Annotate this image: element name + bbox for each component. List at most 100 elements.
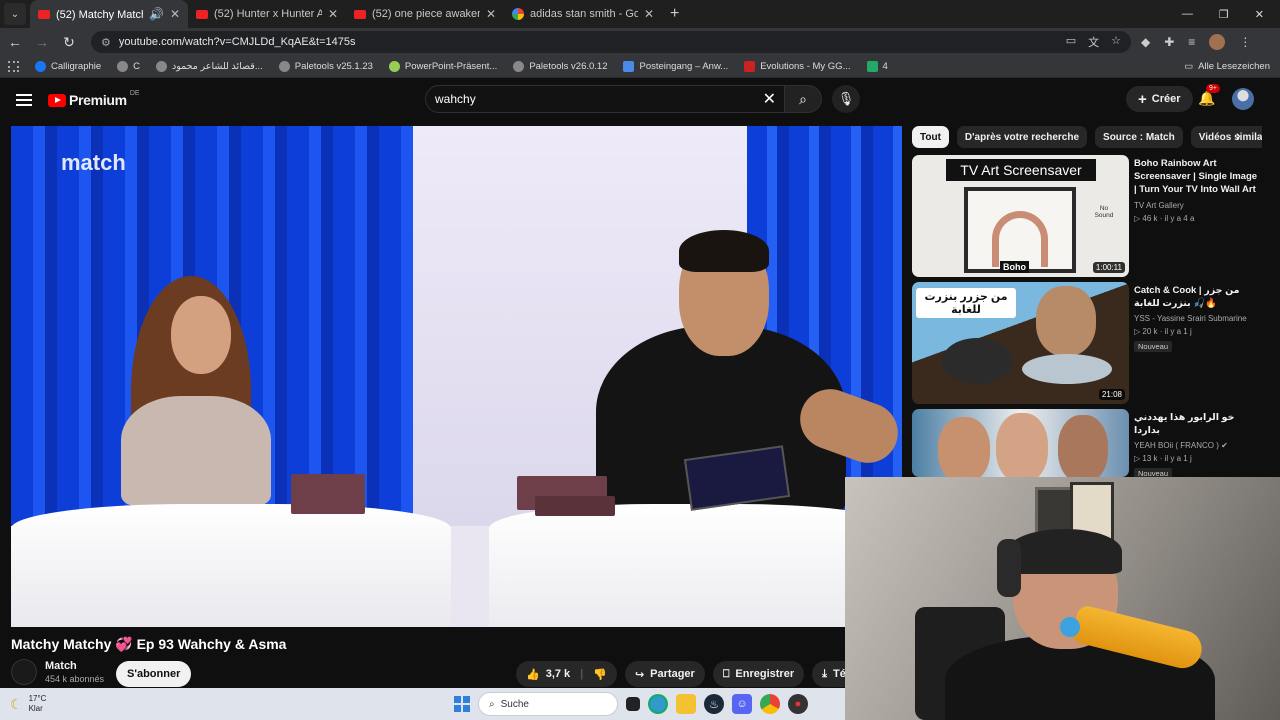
tab-title: (52) Hunter x Hunter AMV - Mu	[214, 8, 322, 20]
extension-icon[interactable]: ◆	[1141, 35, 1150, 49]
recommendation-channel[interactable]: YSS - Yassine Srairi Submarine	[1134, 313, 1259, 325]
thumbs-down-icon[interactable]: 👎	[593, 668, 607, 681]
back-icon[interactable]: ←	[3, 34, 27, 50]
share-icon: ↪	[634, 668, 645, 681]
video-actions: 👍3,7 k|👎 ↪Partager ⎕Enregistrer ⤓Télécha…	[516, 661, 889, 687]
tab-hunter[interactable]: (52) Hunter x Hunter AMV - Mu ✕	[188, 0, 346, 28]
new-tab-icon[interactable]: +	[670, 5, 679, 23]
profile-avatar-icon[interactable]	[1209, 34, 1226, 50]
bookmark-paletools-2[interactable]: Paletools v26.0.12	[513, 61, 607, 72]
clear-search-icon[interactable]: ✕	[763, 89, 776, 109]
create-button[interactable]: + Créer	[1126, 86, 1193, 112]
new-badge: Nouveau	[1134, 341, 1173, 352]
thumbnail-note: No Sound	[1094, 205, 1114, 219]
recommendation-channel[interactable]: TV Art Gallery	[1134, 200, 1259, 212]
mail-icon	[623, 61, 635, 72]
youtube-favicon-icon	[196, 9, 208, 19]
translate-icon[interactable]: 文	[1088, 34, 1099, 50]
bookmark-paletools-1[interactable]: Paletools v25.1.23	[278, 61, 373, 72]
thumbnail-person	[938, 417, 990, 477]
restore-icon[interactable]: ❐	[1219, 8, 1229, 21]
recommendation-title[interactable]: Boho Rainbow Art Screensaver | Single Im…	[1134, 157, 1259, 197]
tab-close-icon[interactable]: ✕	[328, 7, 338, 21]
temperature: 17°C	[28, 694, 47, 703]
windows-start-icon[interactable]	[454, 696, 470, 712]
video-thumbnail[interactable]: من جزرر بنزرت للغابة 21:08	[912, 282, 1129, 404]
account-avatar[interactable]	[1232, 88, 1254, 110]
minimize-icon[interactable]: —	[1182, 8, 1193, 21]
menu-hamburger-icon[interactable]	[16, 94, 32, 106]
tab-search-button[interactable]: ⌄	[4, 3, 26, 25]
globe-icon	[278, 61, 290, 72]
youtube-logo[interactable]: Premium DE	[48, 90, 140, 108]
discord-icon[interactable]: ☺	[732, 694, 752, 714]
runner-icon	[866, 61, 878, 72]
folder-icon: ▭	[1184, 61, 1194, 72]
browser-menu-icon[interactable]: ⋮	[1239, 35, 1251, 49]
save-button[interactable]: ⎕ Enregistrer	[712, 661, 805, 687]
task-view-icon[interactable]	[626, 697, 640, 711]
bookmark-evolutions[interactable]: Evolutions - My GG...	[744, 61, 851, 72]
bookmark-calligraphie[interactable]: Calligraphie	[35, 61, 101, 72]
recommendation-channel[interactable]: YEAH BOii ( FRANCO ) ✔	[1134, 440, 1259, 452]
video-thumbnail[interactable]	[912, 409, 1129, 477]
chip-similar[interactable]: Vidéos similai	[1190, 126, 1262, 148]
recommendation-item[interactable]: TV Art Screensaver Boho No Sound 1:00:11…	[912, 155, 1262, 277]
chip-search[interactable]: D'après votre recherche	[956, 126, 1088, 148]
extensions-puzzle-icon[interactable]: ✚	[1164, 35, 1174, 49]
tab-onepiece[interactable]: (52) one piece awaken - YouTu ✕	[346, 0, 504, 28]
bookmark-powerpoint[interactable]: PowerPoint-Präsent...	[388, 61, 497, 72]
search-button[interactable]: ⌕	[784, 85, 822, 113]
chevron-right-icon[interactable]: ›	[1236, 127, 1241, 143]
video-player[interactable]: match	[11, 126, 902, 627]
all-bookmarks[interactable]: ▭ Alle Lesezeichen	[1184, 61, 1270, 72]
bookmark-arabic[interactable]: قصائد للشاعر محمود...	[156, 61, 263, 72]
audio-icon[interactable]: 🔊	[149, 7, 164, 21]
app-icon[interactable]: ●	[788, 694, 808, 714]
globe-icon	[117, 61, 129, 72]
channel-avatar[interactable]	[11, 659, 37, 685]
site-info-icon[interactable]: ⚙	[101, 36, 111, 49]
headset-icon	[997, 539, 1021, 597]
reload-icon[interactable]: ↻	[57, 34, 81, 51]
tab-close-icon[interactable]: ✕	[170, 7, 180, 21]
file-explorer-icon[interactable]	[676, 694, 696, 714]
tab-close-icon[interactable]: ✕	[644, 7, 654, 21]
recommendation-item[interactable]: من جزرر بنزرت للغابة 21:08 Catch & Cook …	[912, 282, 1262, 404]
subscribe-button[interactable]: S'abonner	[116, 661, 192, 687]
voice-search-button[interactable]: 🎙	[832, 85, 860, 113]
chip-source[interactable]: Source : Match	[1095, 126, 1183, 148]
tab-matchy[interactable]: (52) Matchy Matchy 💞 Ep 🔊 ✕	[30, 0, 188, 28]
tab-adidas[interactable]: adidas stan smith - Google Suc ✕	[504, 0, 662, 28]
channel-name[interactable]: Match	[45, 660, 104, 672]
bookmark-c[interactable]: C	[117, 61, 140, 72]
chrome-icon[interactable]	[760, 694, 780, 714]
bookmark-4[interactable]: 4	[866, 61, 888, 72]
cast-icon[interactable]: ▭	[1066, 34, 1076, 50]
search-input[interactable]	[435, 92, 755, 106]
video-person-left-body	[121, 396, 271, 506]
webcam-bottle-cap	[1060, 617, 1080, 637]
reading-list-icon[interactable]: ≡	[1188, 35, 1195, 49]
steam-icon[interactable]: ♨	[704, 694, 724, 714]
bookmark-posteingang[interactable]: Posteingang – Anw...	[623, 61, 728, 72]
close-window-icon[interactable]: ✕	[1255, 8, 1264, 21]
recommendation-item[interactable]: خو الرابور هذا يهددني بداردا YEAH BOii (…	[912, 409, 1262, 479]
recommendation-title[interactable]: خو الرابور هذا يهددني بداردا	[1134, 411, 1259, 437]
weather-widget[interactable]: ☾ 17°C Klar	[10, 694, 46, 714]
edge-icon[interactable]	[648, 694, 668, 714]
apps-icon[interactable]	[8, 61, 19, 72]
google-favicon-icon	[512, 8, 524, 20]
taskbar-search[interactable]: ⌕ Suche	[478, 692, 618, 716]
tab-close-icon[interactable]: ✕	[486, 7, 496, 21]
recommendation-title[interactable]: Catch & Cook | من جزر بنزرت للغابة 🎣🔥	[1134, 284, 1259, 310]
like-button[interactable]: 👍 3,7 k | 👎	[516, 661, 617, 687]
video-thumbnail[interactable]: TV Art Screensaver Boho No Sound 1:00:11	[912, 155, 1129, 277]
share-button[interactable]: ↪ Partager	[624, 661, 705, 687]
forward-icon[interactable]: →	[30, 34, 54, 50]
bookmarks-bar: Calligraphie C قصائد للشاعر محمود... Pal…	[0, 56, 1280, 78]
chip-all[interactable]: Tout	[912, 126, 949, 148]
bookmark-star-icon[interactable]: ☆	[1111, 34, 1121, 50]
url-bar[interactable]: ⚙ youtube.com/watch?v=CMJLDd_KqAE&t=1475…	[91, 31, 1131, 53]
channel-watermark: match	[61, 150, 126, 175]
